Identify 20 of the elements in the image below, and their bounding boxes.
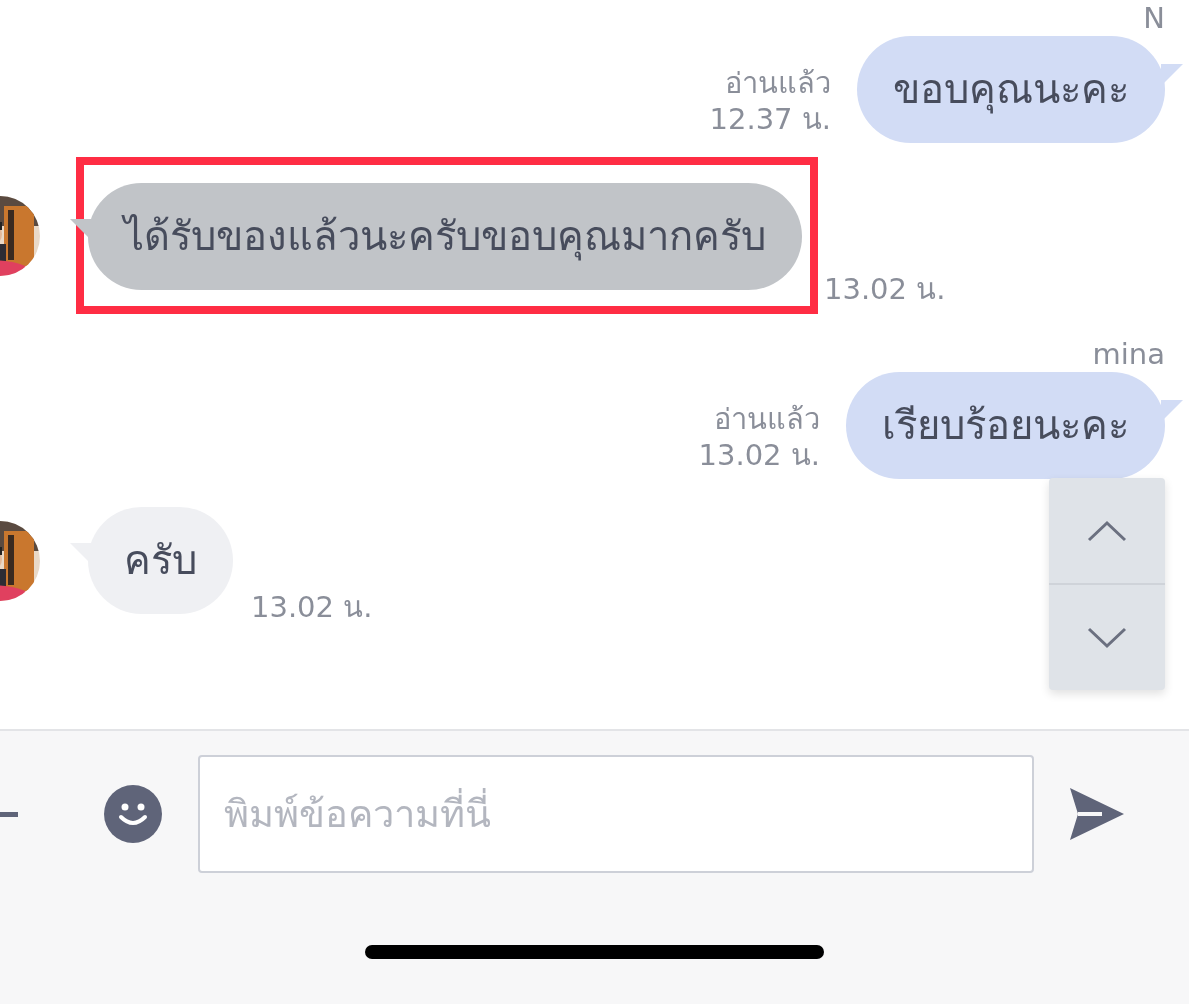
message-bubble: เรียบร้อยนะคะ: [846, 372, 1165, 479]
chevron-down-icon: [1087, 626, 1127, 649]
chevron-up-icon: [1087, 519, 1127, 542]
message-time: 13.02 น.: [824, 271, 946, 308]
message-input[interactable]: พิมพ์ข้อความที่นี่: [198, 755, 1034, 873]
plus-icon[interactable]: [0, 811, 18, 817]
send-button[interactable]: [1068, 786, 1126, 842]
emoji-icon[interactable]: [104, 785, 162, 843]
message-time: 12.37 น.: [709, 101, 831, 137]
read-receipt: อ่านแล้ว: [714, 401, 820, 437]
message-time: 13.02 น.: [698, 437, 820, 473]
read-receipt: อ่านแล้ว: [725, 65, 831, 101]
sender-name: N: [1142, 0, 1166, 36]
message-bubble: ได้รับของแล้วนะครับขอบคุณมากครับ: [88, 183, 802, 290]
message-time: 13.02 น.: [251, 589, 373, 626]
message-bubble: ขอบคุณนะคะ: [857, 36, 1165, 143]
bubble-tail: [1161, 400, 1183, 422]
sender-name: mina: [1091, 336, 1166, 372]
bubble-tail: [1161, 64, 1183, 86]
message-bubble: ครับ: [88, 507, 233, 614]
